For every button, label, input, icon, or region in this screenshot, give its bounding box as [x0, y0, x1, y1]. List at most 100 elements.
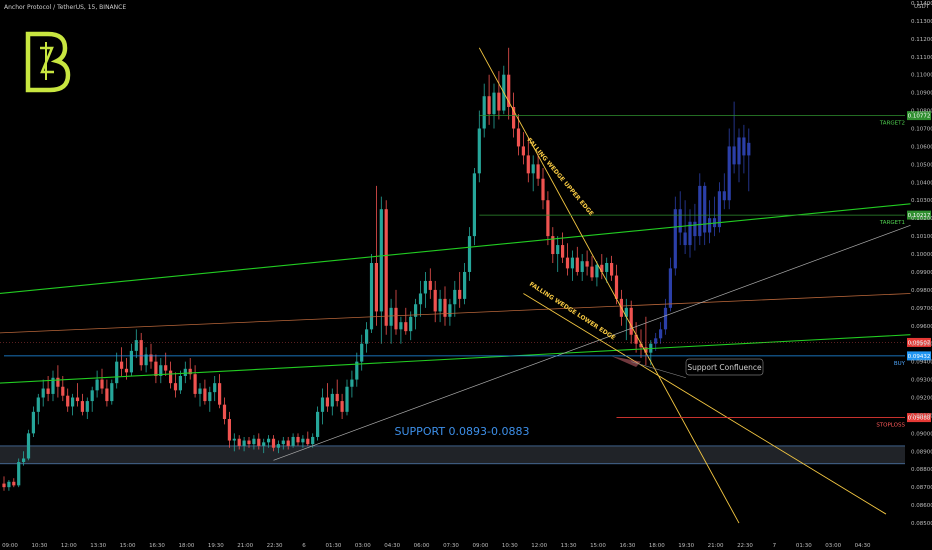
y-tick-label: 0.08600: [911, 503, 932, 509]
projection-candle: [703, 185, 707, 233]
candle-body: [257, 438, 261, 446]
candle-body: [472, 173, 476, 237]
candle-body: [477, 128, 481, 174]
candle-body: [139, 340, 143, 366]
candle-body: [41, 388, 45, 398]
candle-body: [95, 379, 99, 391]
x-tick-label: 22:30: [267, 543, 283, 549]
x-tick-label: 6: [302, 543, 306, 549]
candle-body: [213, 383, 217, 393]
projection-candle: [732, 146, 736, 165]
candle-body: [340, 401, 344, 412]
projection-candle: [663, 307, 668, 330]
candle-body: [463, 271, 467, 299]
candle-body: [374, 263, 378, 312]
candle-body: [330, 393, 334, 407]
candle-body: [169, 370, 173, 384]
candle-body: [208, 392, 212, 402]
y-tick-label: 0.10700: [911, 127, 932, 133]
x-tick-label: 07:30: [443, 543, 459, 549]
wedge-upper-label: FALLING WEDGE UPPER EDGE: [525, 137, 594, 218]
x-tick-label: 09:00: [2, 543, 18, 549]
candle-body: [438, 298, 442, 312]
candle-body: [600, 264, 604, 272]
x-tick-label: 04:30: [855, 543, 871, 549]
candle-body: [237, 438, 241, 446]
candle-body: [80, 401, 84, 412]
candle-body: [66, 395, 70, 407]
candle-body: [565, 257, 570, 269]
candle-body: [222, 404, 227, 420]
candle-body: [227, 419, 231, 441]
candle-body: [306, 438, 310, 445]
y-tick-label: 0.08800: [911, 467, 932, 473]
candle-body: [448, 304, 452, 317]
candle-body: [404, 322, 408, 332]
candle-body: [7, 481, 11, 488]
candle-body: [252, 438, 256, 445]
candlestick-chart[interactable]: TARGET20.10772TARGET10.10217BUY0.09432ST…: [0, 0, 932, 550]
candle-body: [271, 438, 276, 448]
candle-body: [556, 245, 560, 255]
wedge-lower-edge: [523, 293, 887, 515]
x-tick-label: 22:30: [737, 543, 753, 549]
y-tick-label: 0.10100: [911, 234, 932, 240]
support-zone-label: SUPPORT 0.0893-0.0883: [395, 425, 530, 438]
x-tick-label: 10:30: [31, 543, 47, 549]
candle-body: [570, 257, 574, 269]
x-tick-label: 19:30: [678, 543, 694, 549]
x-tick-label: 03:00: [825, 543, 841, 549]
level-label-target2: TARGET2: [879, 121, 905, 127]
candle-body: [521, 146, 525, 156]
candle-body: [590, 266, 594, 278]
candle-body: [110, 383, 114, 402]
projection-candle: [737, 137, 741, 165]
candle-body: [178, 375, 182, 391]
x-tick-label: 15:00: [590, 543, 606, 549]
projection-candle: [654, 338, 658, 344]
candle-body: [423, 280, 427, 294]
wedge-lower-label: FALLING WEDGE LOWER EDGE: [528, 281, 617, 342]
x-tick-label: 12:00: [61, 543, 77, 549]
candle-body: [345, 386, 349, 412]
candle-body: [492, 92, 496, 115]
candle-body: [242, 440, 246, 446]
symbol-header: Anchor Protocol / TetherUS, 15, BINANCE: [4, 4, 127, 11]
y-tick-label: 0.10000: [911, 252, 932, 258]
green-upper-trendline: [0, 203, 911, 294]
y-tick-label: 0.10900: [911, 91, 932, 97]
candle-body: [516, 128, 521, 147]
candle-body: [56, 377, 60, 387]
candle-body: [335, 393, 339, 402]
candle-body: [379, 209, 383, 312]
candle-body: [301, 438, 305, 443]
brand-logo-icon: [25, 31, 71, 93]
candle-body: [90, 390, 94, 402]
x-tick-label: 04:30: [384, 543, 400, 549]
candle-body: [585, 261, 589, 267]
y-tick-label: 0.09000: [911, 431, 932, 437]
y-tick-label: 0.11100: [911, 55, 932, 61]
candle-body: [487, 96, 491, 115]
candle-body: [203, 388, 207, 402]
candle-body: [482, 96, 486, 129]
candle-body: [12, 481, 16, 486]
x-tick-label: 01:30: [796, 543, 812, 549]
candle-body: [458, 289, 462, 299]
candle-body: [546, 200, 550, 237]
candle-body: [531, 164, 535, 174]
candle-body: [183, 368, 187, 376]
candle-body: [443, 298, 447, 317]
y-tick-label: 0.10300: [911, 198, 932, 204]
y-tick-label: 0.09300: [911, 378, 932, 384]
candle-body: [75, 397, 80, 402]
x-tick-label: 21:00: [237, 543, 253, 549]
candle-body: [2, 483, 6, 488]
candle-body: [360, 343, 364, 362]
confluence-marker: [611, 356, 641, 368]
x-tick-label: 15:00: [120, 543, 136, 549]
candle-body: [575, 257, 579, 272]
projection-candle: [678, 209, 682, 233]
projection-candle: [668, 268, 672, 308]
candle-body: [467, 236, 472, 272]
